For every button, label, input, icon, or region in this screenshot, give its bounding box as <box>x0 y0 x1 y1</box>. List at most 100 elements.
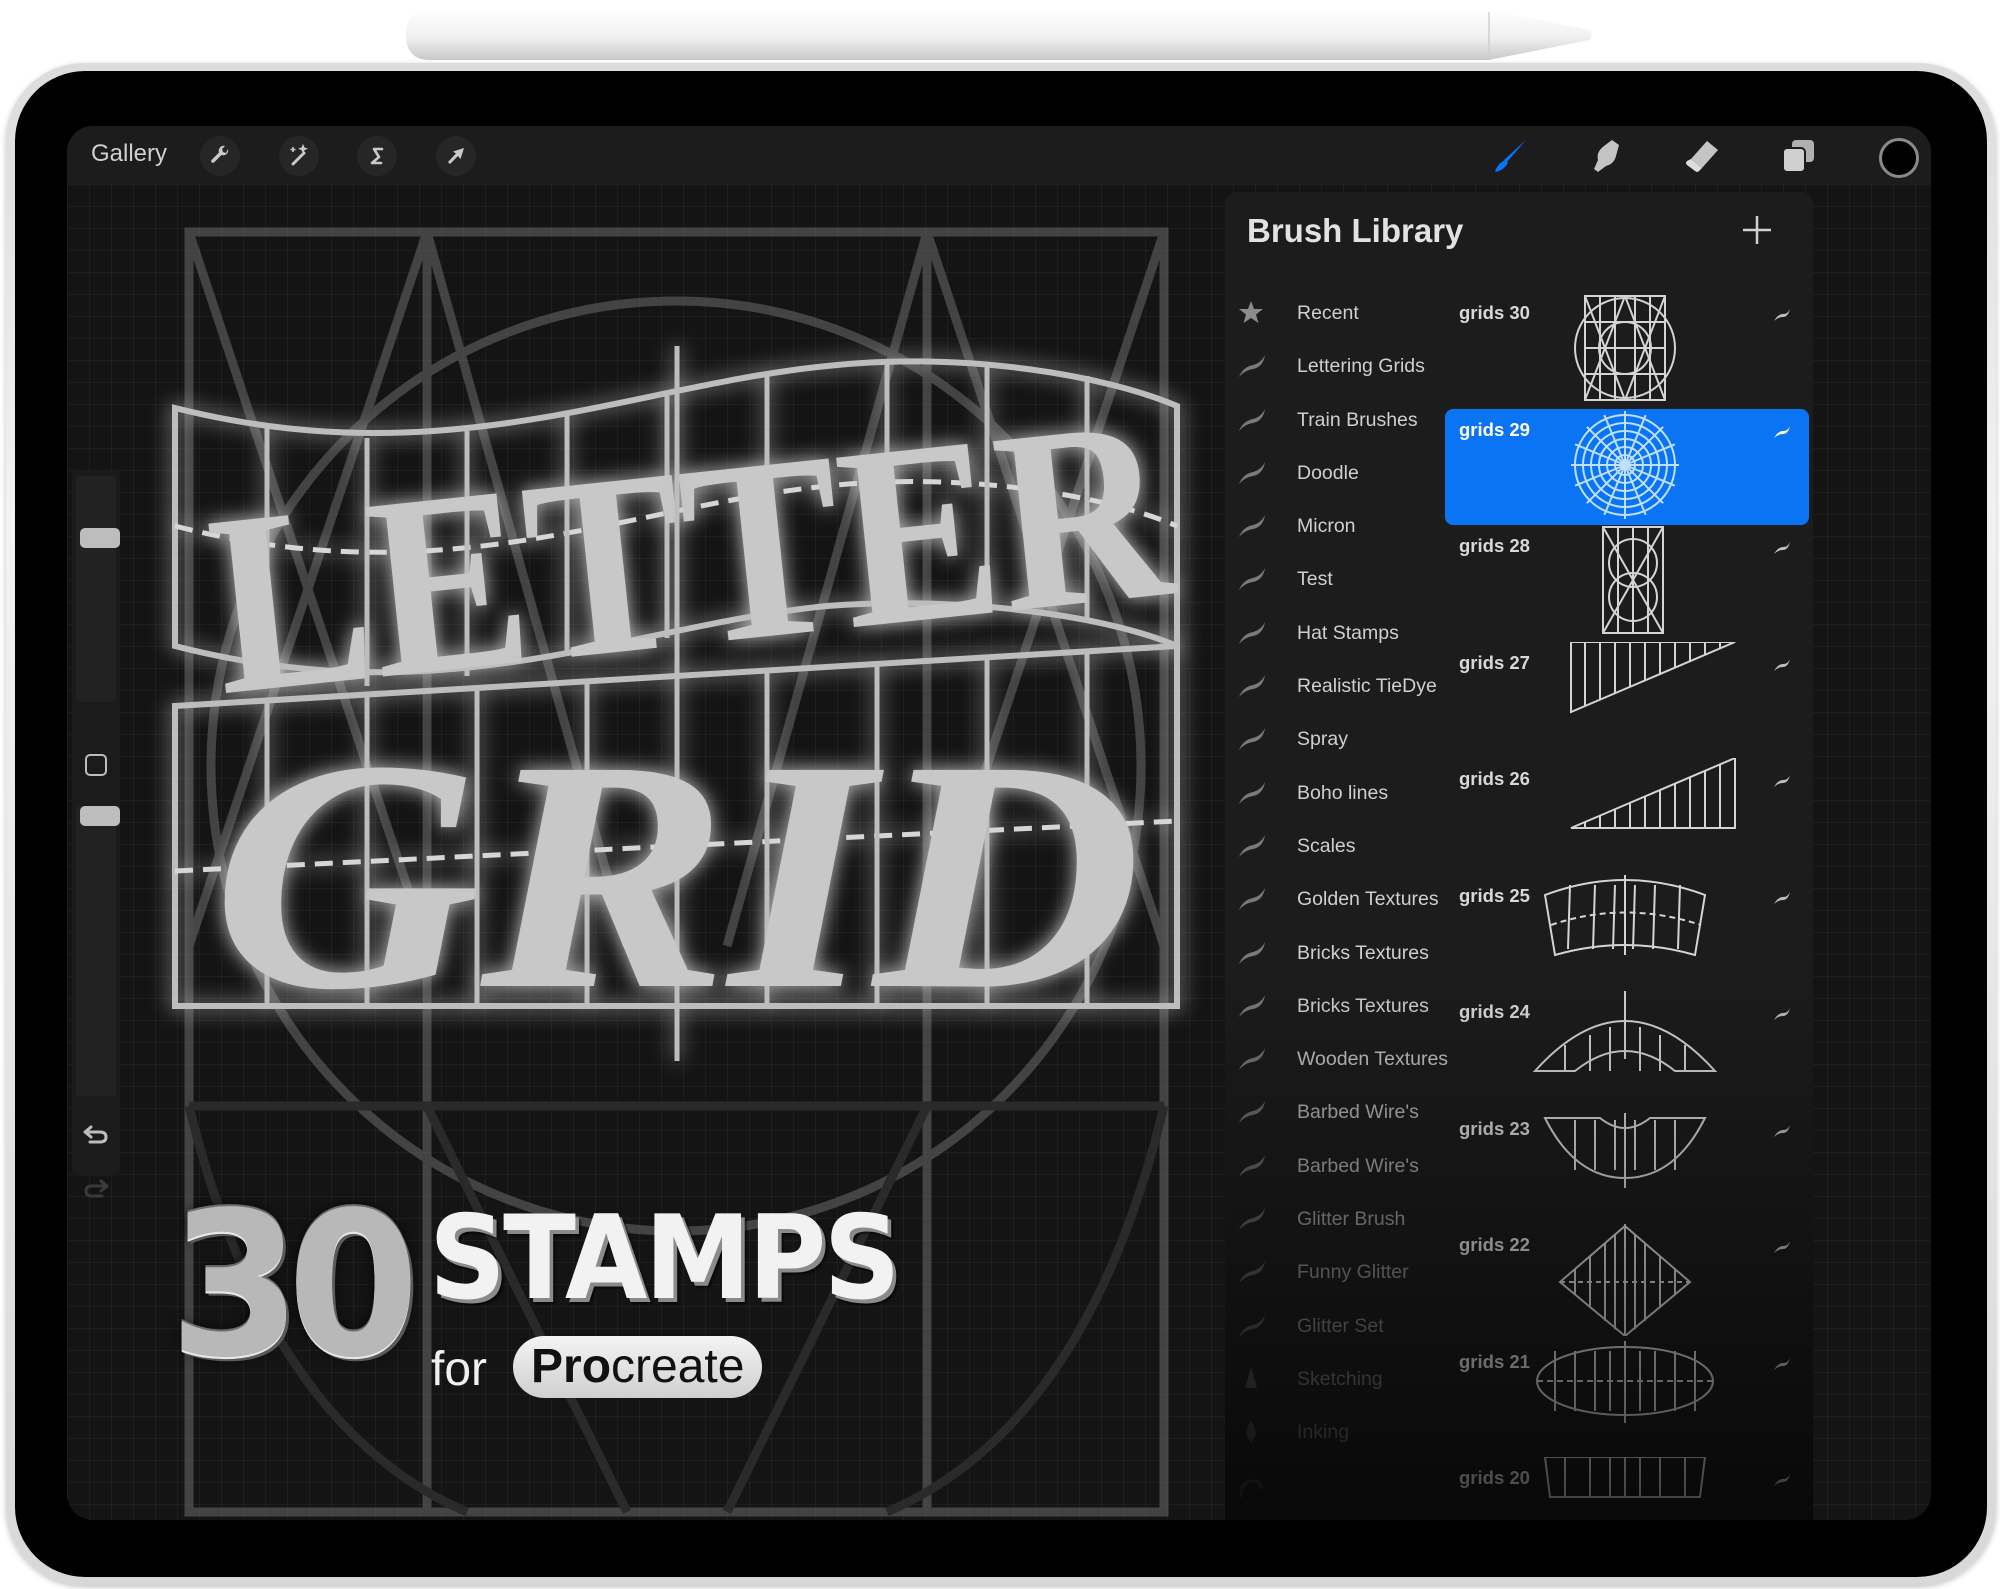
layers-icon <box>1782 140 1814 173</box>
brush-set-item[interactable]: Wooden Textures <box>1225 1036 1449 1089</box>
brush-stroke-icon <box>1774 1124 1790 1137</box>
brand-rest: create <box>611 1340 745 1393</box>
brush-set-item[interactable]: Scales <box>1225 823 1445 876</box>
brush-list: grids 30 grids 29 grids 28 grids 27 grids 26… <box>1445 292 1809 1520</box>
left-sidebar <box>72 470 120 1198</box>
stroke-icon <box>1239 408 1265 431</box>
star-icon <box>1239 301 1263 323</box>
brush-set-list: Recent Lettering Grids Train Brushes Doodle… <box>1225 290 1449 1516</box>
brush-set-item[interactable]: Barbed Wire's <box>1225 1143 1445 1196</box>
brush-set-item[interactable]: Bricks Textures <box>1225 983 1445 1036</box>
stroke-icon <box>1239 355 1265 378</box>
layers-button[interactable] <box>1776 134 1820 178</box>
brush-set-item[interactable] <box>1225 1463 1445 1516</box>
arrow-cursor-icon <box>448 148 464 164</box>
procreate-badge: Procreate <box>513 1336 763 1398</box>
brush-thumbnail-trapezoid <box>1543 1457 1707 1498</box>
selection-s-icon <box>370 147 384 165</box>
plus-icon <box>1743 216 1771 244</box>
stroke-icon <box>1239 888 1265 911</box>
gallery-button[interactable]: Gallery <box>91 140 167 168</box>
undo-icon[interactable] <box>82 1124 110 1146</box>
redo-icon[interactable] <box>82 1178 110 1200</box>
promo-count: 30 <box>169 1169 419 1402</box>
stroke-icon <box>1239 1101 1265 1124</box>
pencil-tip-icon <box>1245 1366 1257 1388</box>
brush-set-item[interactable]: Lettering Grids <box>1225 343 1445 396</box>
add-brush-set-button[interactable] <box>1737 210 1777 250</box>
brush-set-item[interactable]: Train Brushes <box>1225 397 1445 450</box>
top-toolbar: Gallery <box>67 126 1931 184</box>
stroke-icon <box>1239 728 1265 751</box>
brush-set-label: Micron <box>1297 515 1356 538</box>
brush-size-handle[interactable] <box>80 527 120 548</box>
brush-set-item[interactable]: Spray <box>1225 716 1445 769</box>
brush-icon <box>1495 140 1526 172</box>
selection-button[interactable] <box>357 136 397 176</box>
brush-set-item[interactable]: Funny Glitter <box>1225 1249 1445 1302</box>
brush-item[interactable]: grids 30 <box>1445 292 1809 409</box>
stroke-icon <box>1239 1154 1265 1177</box>
brush-set-label: Scales <box>1297 834 1356 857</box>
brush-set-item[interactable]: Barbed Wire's <box>1225 1089 1445 1142</box>
brush-set-item[interactable]: Golden Textures <box>1225 876 1445 929</box>
brush-tool-button[interactable] <box>1489 134 1533 178</box>
brush-item[interactable]: grids 27 <box>1445 641 1809 759</box>
brush-set-item[interactable]: Test <box>1225 556 1445 609</box>
brush-thumbnail-wedge-up <box>1570 758 1736 829</box>
brush-item[interactable]: grids 25 <box>1445 874 1809 992</box>
brush-set-item[interactable]: Doodle <box>1225 450 1445 503</box>
brush-item[interactable]: grids 21 <box>1445 1340 1809 1458</box>
opacity-slider[interactable] <box>76 806 120 1096</box>
brush-set-item[interactable]: Glitter Set <box>1225 1303 1445 1356</box>
brush-set-item[interactable]: Micron <box>1225 503 1445 556</box>
actions-button[interactable] <box>200 136 240 176</box>
brush-item[interactable]: grids 28 <box>1445 525 1809 642</box>
brush-set-item[interactable]: Hat Stamps <box>1225 610 1445 663</box>
stroke-icon <box>1239 994 1265 1017</box>
brush-stroke-icon <box>1774 542 1790 554</box>
brush-set-item[interactable]: Bricks Textures <box>1225 930 1445 983</box>
brush-stroke-icon <box>1774 658 1790 671</box>
transform-button[interactable] <box>436 136 476 176</box>
brush-thumbnail-wedge-down <box>1570 641 1736 714</box>
brush-set-item[interactable]: Sketching <box>1225 1356 1445 1409</box>
brush-item[interactable]: grids 23 <box>1445 1108 1809 1225</box>
brush-item[interactable]: grids 20 <box>1445 1457 1809 1520</box>
brush-item[interactable]: grids 22 <box>1445 1224 1809 1341</box>
color-picker-button[interactable] <box>1879 138 1919 178</box>
brush-thumbnail-smile <box>1543 1112 1707 1188</box>
brush-set-item[interactable]: Inking <box>1225 1409 1445 1462</box>
brush-set-label: Sketching <box>1297 1367 1383 1390</box>
stroke-icon <box>1239 1314 1265 1337</box>
brush-size-slider[interactable] <box>76 476 120 702</box>
brush-item[interactable]: grids 24 <box>1445 991 1809 1108</box>
brush-item-selected[interactable]: grids 29 <box>1445 408 1809 525</box>
wrench-icon <box>211 145 229 163</box>
brush-set-label: Golden Textures <box>1297 888 1439 911</box>
brush-thumbnail-arch <box>1532 991 1718 1072</box>
modify-square-button[interactable] <box>85 754 107 776</box>
brush-set-label: Doodle <box>1297 461 1359 484</box>
brush-thumbnail-arc-banner <box>1543 874 1707 956</box>
brush-thumbnail-radial <box>1571 410 1679 519</box>
brush-stroke-icon <box>1774 425 1790 438</box>
adjustments-button[interactable] <box>279 136 319 176</box>
brush-stroke-icon <box>1774 775 1790 787</box>
brush-set-label: Recent <box>1297 302 1359 324</box>
magic-wand-icon <box>290 144 308 166</box>
brush-stroke-icon <box>1774 1474 1790 1486</box>
brush-set-label: Glitter Brush <box>1297 1208 1406 1231</box>
brush-set-label: Glitter Set <box>1297 1314 1384 1337</box>
brush-set-item[interactable]: Boho lines <box>1225 770 1445 823</box>
brush-library-panel: Brush Library Recent Lettering Grids Train… <box>1225 192 1813 1520</box>
brush-set-item[interactable]: Realistic TieDye <box>1225 663 1445 716</box>
brush-set-label: Realistic TieDye <box>1297 675 1437 698</box>
opacity-handle[interactable] <box>80 806 120 826</box>
smudge-tool-button[interactable] <box>1584 134 1628 178</box>
brush-set-item[interactable]: Glitter Brush <box>1225 1196 1445 1249</box>
brush-set-label: Wooden Textures <box>1297 1048 1449 1071</box>
eraser-tool-button[interactable] <box>1680 134 1724 178</box>
brush-set-item[interactable]: Recent <box>1225 290 1445 343</box>
brush-item[interactable]: grids 26 <box>1445 758 1809 875</box>
